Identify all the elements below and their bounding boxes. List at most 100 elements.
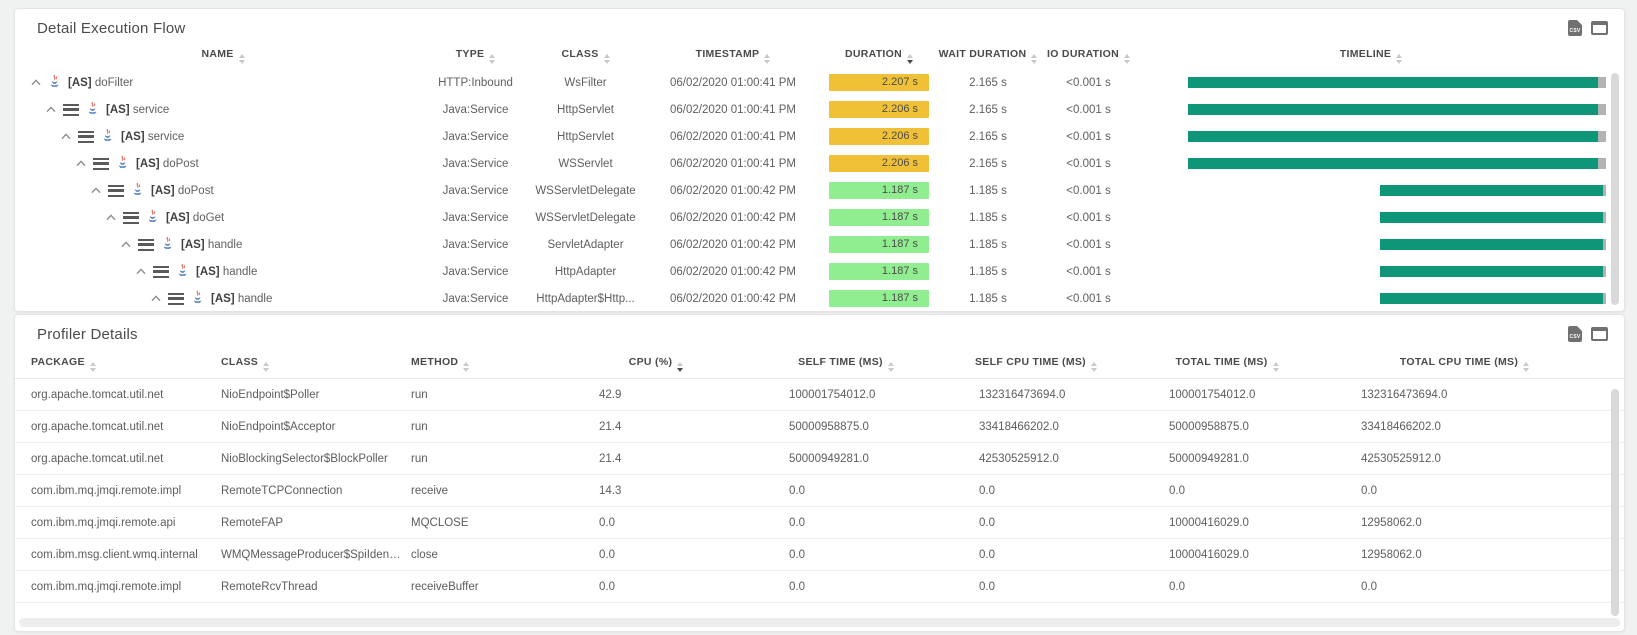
column-header-total_time[interactable]: TOTAL TIME (MS) — [1131, 356, 1323, 372]
profiler-row[interactable]: com.ibm.mq.jmqi.remote.implRemoteTCPConn… — [15, 475, 1624, 507]
execution-flow-row[interactable]: [AS] doPostJava:ServiceWSServlet06/02/20… — [15, 150, 1624, 177]
execution-flow-row[interactable]: [AS] doPostJava:ServiceWSServletDelegate… — [15, 177, 1624, 204]
column-header-package[interactable]: PACKAGE — [23, 356, 213, 372]
profiler-row[interactable]: org.apache.tomcat.util.netNioEndpoint$Po… — [15, 379, 1624, 411]
cell-class: RemoteTCPConnection — [213, 485, 403, 497]
cell-total_cpu_time: 12958062.0 — [1323, 549, 1606, 561]
timeline-bar — [1188, 158, 1598, 169]
timeline-track — [1188, 212, 1606, 223]
column-header-class[interactable]: CLASS — [528, 48, 643, 64]
profiler-row[interactable]: com.ibm.msg.client.wmq.internalWMQMessag… — [15, 539, 1624, 571]
column-header-type[interactable]: TYPE — [423, 48, 528, 64]
execution-flow-row[interactable]: [AS] handleJava:ServiceHttpAdapter$Http.… — [15, 285, 1624, 312]
cell-wait-duration: 1.185 s — [935, 239, 1041, 251]
column-header-name[interactable]: NAME — [23, 48, 423, 64]
column-header-timestamp[interactable]: TIMESTAMP — [643, 48, 823, 64]
chevron-up-icon[interactable] — [46, 106, 56, 113]
cell-total_time: 100001754012.0 — [1131, 389, 1323, 401]
cell-cpu: 0.0 — [561, 549, 751, 561]
cell-timestamp: 06/02/2020 01:00:42 PM — [643, 239, 823, 251]
execution-flow-row[interactable]: [AS] doGetJava:ServiceWSServletDelegate0… — [15, 204, 1624, 231]
cell-self_cpu_time: 42530525912.0 — [941, 453, 1131, 465]
cell-type: Java:Service — [423, 158, 528, 170]
node-method: doFilter — [92, 77, 134, 89]
column-header-wait_duration[interactable]: WAIT DURATION — [935, 48, 1041, 64]
row-menu-icon[interactable] — [108, 185, 124, 197]
row-menu-icon[interactable] — [168, 293, 184, 305]
cell-cpu: 14.3 — [561, 485, 751, 497]
node-prefix: [AS] — [166, 212, 190, 224]
cell-timestamp: 06/02/2020 01:00:42 PM — [643, 293, 823, 305]
sort-icon — [263, 362, 269, 372]
cell-io-duration: <0.001 s — [1041, 77, 1136, 89]
column-header-self_cpu_time[interactable]: SELF CPU TIME (MS) — [941, 356, 1131, 372]
cell-wait-duration: 1.185 s — [935, 212, 1041, 224]
sort-icon — [1523, 362, 1529, 372]
column-header-label: PACKAGE — [31, 356, 85, 368]
sort-icon — [90, 362, 96, 372]
node-prefix: [AS] — [181, 239, 205, 251]
export-csv-icon[interactable]: CSV — [1568, 20, 1582, 36]
chevron-up-icon[interactable] — [136, 268, 146, 275]
csv-icon-label: CSV — [1568, 334, 1582, 340]
chevron-up-icon[interactable] — [91, 187, 101, 194]
chevron-up-icon[interactable] — [31, 79, 41, 86]
profiler-vertical-scrollbar[interactable] — [1611, 389, 1619, 616]
timeline-track — [1188, 104, 1606, 115]
column-header-class[interactable]: CLASS — [213, 356, 403, 372]
java-icon — [161, 236, 174, 253]
row-menu-icon[interactable] — [93, 158, 109, 170]
sort-up-arrow — [1523, 362, 1529, 366]
row-menu-icon[interactable] — [138, 239, 154, 251]
cell-class: NioBlockingSelector$BlockPoller — [213, 453, 403, 465]
column-header-total_cpu_time[interactable]: TOTAL CPU TIME (MS) — [1323, 356, 1606, 372]
sort-down-arrow — [1396, 60, 1402, 64]
profiler-row[interactable]: org.apache.tomcat.util.netNioBlockingSel… — [15, 443, 1624, 475]
expand-window-icon[interactable] — [1591, 21, 1608, 35]
cell-io-duration: <0.001 s — [1041, 185, 1136, 197]
sort-up-arrow — [489, 54, 495, 58]
cell-class: HttpServlet — [528, 131, 643, 143]
node-label: [AS] doGet — [166, 212, 224, 224]
profiler-row[interactable]: com.ibm.mq.jmqi.remote.implRemoteRcvThre… — [15, 571, 1624, 603]
cell-type: Java:Service — [423, 212, 528, 224]
column-header-self_time[interactable]: SELF TIME (MS) — [751, 356, 941, 372]
export-csv-icon[interactable]: CSV — [1568, 326, 1582, 342]
chevron-up-icon[interactable] — [61, 133, 71, 140]
column-header-timeline[interactable]: TIMELINE — [1136, 48, 1606, 64]
column-header-duration[interactable]: DURATION — [823, 48, 935, 64]
execution-flow-vertical-scrollbar[interactable] — [1611, 73, 1619, 305]
cell-method: run — [403, 389, 561, 401]
node-label: [AS] handle — [211, 293, 272, 305]
execution-flow-rows: [AS] doFilterHTTP:InboundWsFilter06/02/2… — [15, 69, 1624, 312]
execution-flow-row[interactable]: [AS] serviceJava:ServiceHttpServlet06/02… — [15, 96, 1624, 123]
execution-flow-row[interactable]: [AS] serviceJava:ServiceHttpServlet06/02… — [15, 123, 1624, 150]
chevron-up-icon[interactable] — [121, 241, 131, 248]
row-menu-icon[interactable] — [63, 104, 79, 116]
profiler-row[interactable]: org.apache.tomcat.util.netNioEndpoint$Ac… — [15, 411, 1624, 443]
execution-flow-row[interactable]: [AS] handleJava:ServiceHttpAdapter06/02/… — [15, 258, 1624, 285]
column-header-cpu[interactable]: CPU (%) — [561, 356, 751, 372]
chevron-up-icon[interactable] — [151, 295, 161, 302]
cell-timeline — [1136, 266, 1606, 277]
row-menu-icon[interactable] — [78, 131, 94, 143]
profiler-row[interactable]: com.ibm.mq.jmqi.remote.apiRemoteFAPMQCLO… — [15, 507, 1624, 539]
duration-badge: 2.207 s — [829, 74, 929, 91]
sort-up-arrow — [239, 54, 245, 58]
sort-icon — [1124, 54, 1130, 64]
expand-window-icon[interactable] — [1591, 327, 1608, 341]
execution-flow-row[interactable]: [AS] doFilterHTTP:InboundWsFilter06/02/2… — [15, 69, 1624, 96]
chevron-up-icon[interactable] — [76, 160, 86, 167]
cell-total_time: 0.0 — [1131, 485, 1323, 497]
row-menu-icon[interactable] — [123, 212, 139, 224]
column-header-method[interactable]: METHOD — [403, 356, 561, 372]
column-header-io_duration[interactable]: IO DURATION — [1041, 48, 1136, 64]
cell-method: receiveBuffer — [403, 581, 561, 593]
cell-timestamp: 06/02/2020 01:00:41 PM — [643, 158, 823, 170]
profiler-horizontal-scrollbar[interactable] — [19, 618, 1620, 627]
column-header-label: DURATION — [845, 48, 902, 60]
execution-flow-row[interactable]: [AS] handleJava:ServiceServletAdapter06/… — [15, 231, 1624, 258]
chevron-up-icon[interactable] — [106, 214, 116, 221]
row-menu-icon[interactable] — [153, 266, 169, 278]
sort-up-arrow — [463, 362, 469, 366]
